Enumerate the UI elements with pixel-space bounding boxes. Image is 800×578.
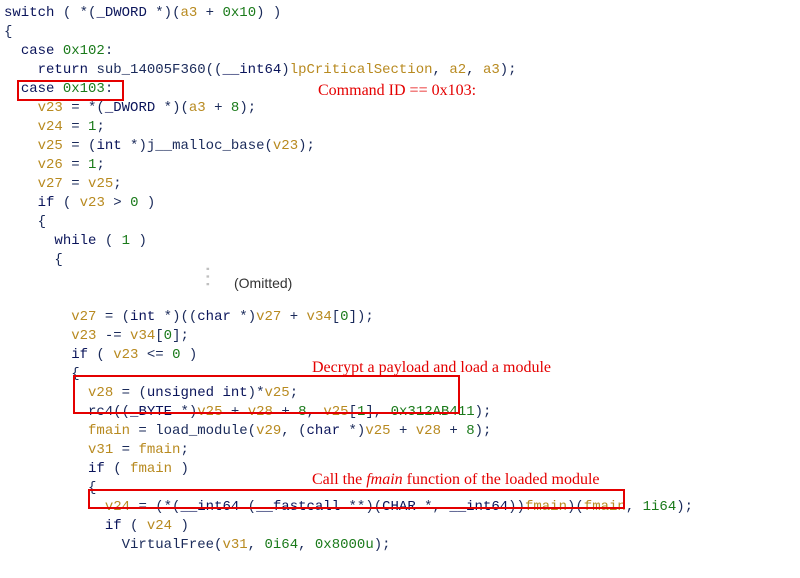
code-line-24: v24 = (*(__int64 (__fastcall **)(CHAR *,… [4,498,796,517]
code-line-6: v24 = 1; [4,118,796,137]
code-line-14: v27 = (int *)((char *)v27 + v34[0]); [4,308,796,327]
code-line-26: VirtualFree(v31, 0i64, 0x8000u); [4,536,796,555]
code-line-18: v28 = (unsigned int)*v25; [4,384,796,403]
code-line-1: { [4,23,796,42]
omitted-label: (Omitted) [234,274,292,293]
code-line-0: switch ( *(_DWORD *)(a3 + 0x10) ) [4,4,796,23]
code-line-7: v25 = (int *)j__malloc_base(v23); [4,137,796,156]
code-line-9: v27 = v25; [4,175,796,194]
code-line-2: case 0x102: [4,42,796,61]
code-line-15: v23 -= v34[0]; [4,327,796,346]
annotation-call-fmain-post: function of the loaded module [403,471,600,488]
code-line-11: { [4,213,796,232]
code-line-19: rc4((_BYTE *)v25 + v28 + 8, v25[1], 0x31… [4,403,796,422]
code-line-20: fmain = load_module(v29, (char *)v25 + v… [4,422,796,441]
code-line-3: return sub_14005F360((__int64)lpCritical… [4,61,796,80]
code-line-10: if ( v23 > 0 ) [4,194,796,213]
code-line-8: v26 = 1; [4,156,796,175]
code-line-25: if ( v24 ) [4,517,796,536]
code-line-12: while ( 1 ) [4,232,796,251]
code-line-5: v23 = *(_DWORD *)(a3 + 8); [4,99,796,118]
annotation-call-fmain-pre: Call the [312,471,366,488]
ellipsis-icon: … [205,265,224,291]
code-omitted-gap [4,270,796,308]
annotation-decrypt: Decrypt a payload and load a module [312,358,551,377]
annotation-command-id: Command ID == 0x103: [318,81,476,100]
annotation-call-fmain-italic: fmain [366,471,402,488]
code-line-13: { [4,251,796,270]
annotation-call-fmain: Call the fmain function of the loaded mo… [312,470,600,489]
code-line-21: v31 = fmain; [4,441,796,460]
